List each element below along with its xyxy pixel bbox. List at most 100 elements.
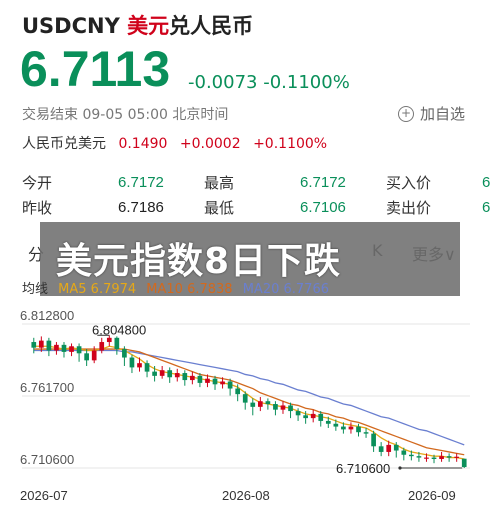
candle-body <box>174 373 180 378</box>
candle-body <box>280 405 286 410</box>
candle-body <box>235 388 241 395</box>
low-annotation-dot <box>398 466 402 470</box>
ma20-line <box>33 349 465 446</box>
candle-body <box>69 346 74 352</box>
candle-body <box>152 371 157 376</box>
low-label: 最低 <box>204 199 235 217</box>
candle-body <box>303 415 308 419</box>
candle-body <box>220 381 225 385</box>
candle-body <box>348 426 354 430</box>
candle-body <box>454 456 460 458</box>
low-value: 6.7106 <box>300 199 346 216</box>
candle-body <box>265 401 271 405</box>
price-change: -0.0073 -0.1100% <box>188 72 350 93</box>
candle-body <box>424 457 429 459</box>
candle-body <box>212 378 218 385</box>
candle-body <box>310 413 316 419</box>
candle-body <box>446 456 452 458</box>
prev-close-label: 昨收 <box>22 199 53 217</box>
x-tick-label: 2026-09 <box>408 488 456 503</box>
bid-value: 6 <box>482 174 491 191</box>
candle-body <box>341 426 346 430</box>
candle-body <box>257 401 263 407</box>
ma20-label: MA20 6.7766 <box>242 282 329 297</box>
high-value: 6.7172 <box>300 174 346 191</box>
candle-body <box>393 444 399 451</box>
candle-body <box>106 337 112 343</box>
candle-body <box>31 342 37 348</box>
candle-body <box>167 370 173 378</box>
high-label: 最高 <box>204 174 235 192</box>
candle-body <box>416 456 422 458</box>
candle-body <box>129 357 135 368</box>
x-tick-label: 2026-08 <box>222 488 270 503</box>
candle-body <box>84 353 89 361</box>
stats-row: 今开 6.7172 最高 6.7172 买入价 6 <box>22 170 500 195</box>
change-value: -0.0073 <box>188 72 258 93</box>
y-tick-label: 6.710600 <box>20 452 74 467</box>
candle-body <box>38 340 44 348</box>
inverse-price: 0.1490 <box>118 136 168 152</box>
candle-body <box>356 426 361 433</box>
candle-body <box>378 446 384 452</box>
candle-body <box>273 404 278 410</box>
candle-body <box>190 375 195 381</box>
candle-body <box>242 394 248 403</box>
candle-body <box>371 433 376 447</box>
candle-body <box>144 363 150 372</box>
bid-label: 买入价 <box>386 174 432 192</box>
candle-body <box>91 350 97 361</box>
ask-value: 6 <box>482 199 491 216</box>
candle-body <box>114 337 120 350</box>
open-label: 今开 <box>22 174 53 192</box>
high-annotation-label: 6.804800 <box>92 322 146 337</box>
candle-body <box>205 378 210 383</box>
candle-body <box>386 444 392 452</box>
candle-body <box>288 405 293 412</box>
current-price: 6.7113 <box>20 41 171 97</box>
inverse-change: +0.0002 <box>179 136 241 152</box>
candle-body <box>363 432 369 434</box>
open-value: 6.7172 <box>118 174 164 191</box>
currency-name-red: 美元 <box>127 14 170 38</box>
candle-body <box>159 370 165 376</box>
kline-chart[interactable]: 6.812800 6.761700 6.710600 2026-07 2026-08 20… <box>0 300 500 518</box>
symbol-text: USDCNY <box>22 14 120 38</box>
low-annotation-label: 6.710600 <box>336 461 390 476</box>
candle-body <box>137 363 142 368</box>
x-tick-label: 2026-07 <box>20 488 68 503</box>
currency-name: 兑人民币 <box>169 14 254 38</box>
candle-body <box>54 344 59 351</box>
candle-body <box>295 411 301 416</box>
trade-status: 交易结束 09-05 05:00 北京时间 <box>22 107 229 123</box>
candle-body <box>325 420 331 424</box>
candle-body <box>197 375 203 383</box>
inverse-rate: 人民币兑美元 0.1490 +0.0002 +0.1100% <box>22 133 327 153</box>
ma10-label: MA10 6.7838 <box>146 282 233 297</box>
change-percent: -0.1100% <box>263 72 350 93</box>
add-watchlist-button[interactable]: + 加自选 <box>398 103 465 124</box>
ma5-label: MA5 6.7974 <box>58 282 137 297</box>
watch-label: 加自选 <box>420 105 466 123</box>
ask-label: 卖出价 <box>386 199 432 217</box>
inverse-percent: +0.1100% <box>253 136 328 152</box>
candle-body <box>250 402 256 407</box>
candle-body <box>461 458 467 468</box>
news-banner[interactable]: 美元指数8日下跌 <box>56 232 341 284</box>
ma10-line <box>33 348 465 456</box>
page-title: USDCNY 美元兑人民币 <box>22 10 253 40</box>
candle-body <box>431 457 437 459</box>
candle-body <box>61 344 67 352</box>
ma5-line <box>33 345 465 460</box>
candle-body <box>76 346 82 354</box>
candle-body <box>99 342 105 351</box>
candle-body <box>401 450 407 455</box>
candle-body <box>122 349 127 358</box>
candle-body <box>409 454 414 457</box>
inverse-label: 人民币兑美元 <box>22 136 106 152</box>
candle-body <box>227 381 233 389</box>
y-tick-label: 6.761700 <box>20 380 74 395</box>
candle-body <box>439 456 444 459</box>
ma-legend: 均线 MA5 6.7974 MA10 6.7838 MA20 6.7766 <box>22 278 335 297</box>
plus-circle-icon: + <box>398 105 414 122</box>
